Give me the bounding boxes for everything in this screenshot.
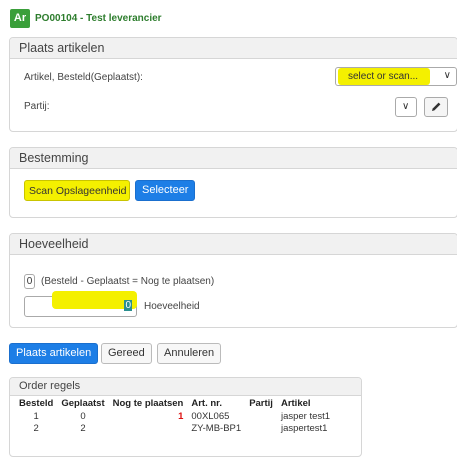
table-row[interactable]: 2 2 ZY-MB-BP1 jaspertest1 [15, 422, 334, 434]
order-regels-table: Besteld Geplaatst Nog te plaatsen Art. n… [15, 396, 334, 434]
cell-besteld: 1 [33, 410, 39, 422]
panel-heading: Bestemming [10, 148, 457, 169]
table-header-row: Besteld Geplaatst Nog te plaatsen Art. n… [15, 396, 334, 410]
cell-geplaatst: 0 [80, 410, 86, 422]
artikel-select-value: select or scan... [348, 71, 419, 82]
cell-geplaatst: 2 [80, 422, 86, 434]
plaats-artikelen-panel: Plaats artikelen Artikel, Besteld(Geplaa… [9, 37, 457, 132]
hoeveelheid-input[interactable]: 0 [24, 291, 137, 317]
scan-input-value: Scan Opslageenheid [29, 185, 127, 197]
cell-artikel: jaspertest1 [280, 422, 328, 434]
partij-label: Partij: [24, 101, 50, 112]
scan-opslageenheid-input[interactable]: Scan Opslageenheid [24, 180, 130, 201]
column-header: Geplaatst [61, 397, 105, 409]
order-regels-panel: Order regels Besteld Geplaatst Nog te pl… [9, 377, 362, 457]
pencil-icon [432, 102, 441, 111]
partij-select[interactable]: ∨ [395, 97, 417, 117]
hoeveelheid-input-value: 0 [124, 300, 132, 311]
bestemming-panel: Bestemming Scan Opslageenheid Selecteer [9, 147, 457, 218]
column-header: Partij [249, 397, 273, 409]
table-row[interactable]: 1 0 1 00XL065 jasper test1 [15, 410, 334, 422]
column-header: Nog te plaatsen [112, 397, 184, 409]
column-header: Art. nr. [191, 397, 222, 409]
edit-partij-button[interactable] [424, 97, 448, 117]
selecteer-button[interactable]: Selecteer [135, 180, 196, 201]
artikel-select[interactable]: select or scan... ∨ [335, 67, 457, 86]
cell-besteld: 2 [33, 422, 39, 434]
cell-partij [245, 410, 277, 422]
hoeveelheid-label: Hoeveelheid [144, 301, 200, 312]
cell-nog-te-plaatsen: 1 [178, 410, 184, 422]
plaats-artikelen-button[interactable]: Plaats artikelen [9, 343, 99, 364]
cell-nog-te-plaatsen [109, 422, 188, 434]
column-header: Artikel [280, 397, 311, 409]
artikel-label: Artikel, Besteld(Geplaatst): [24, 72, 143, 83]
cell-partij [245, 422, 277, 434]
cell-art-nr: ZY-MB-BP1 [191, 422, 242, 434]
chevron-down-icon: ∨ [402, 101, 410, 112]
panel-heading: Hoeveelheid [10, 234, 457, 255]
panel-heading: Order regels [10, 378, 361, 396]
hoeveelheid-panel: Hoeveelheid 0 (Besteld - Geplaatst = Nog… [9, 233, 457, 328]
chevron-down-icon: ∨ [443, 70, 451, 81]
cell-artikel: jasper test1 [280, 410, 331, 422]
page-header: Ar PO00104 - Test leverancier [10, 8, 162, 28]
annuleren-button[interactable]: Annuleren [157, 343, 222, 364]
formula-text: (Besteld - Geplaatst = Nog te plaatsen) [41, 276, 215, 287]
panel-heading: Plaats artikelen [10, 38, 457, 59]
app-logo-badge: Ar [10, 8, 30, 28]
cell-art-nr: 00XL065 [191, 410, 230, 422]
count-box: 0 [24, 274, 35, 289]
page-title: PO00104 - Test leverancier [35, 12, 162, 24]
gereed-button[interactable]: Gereed [101, 343, 152, 364]
column-header: Besteld [19, 397, 54, 409]
